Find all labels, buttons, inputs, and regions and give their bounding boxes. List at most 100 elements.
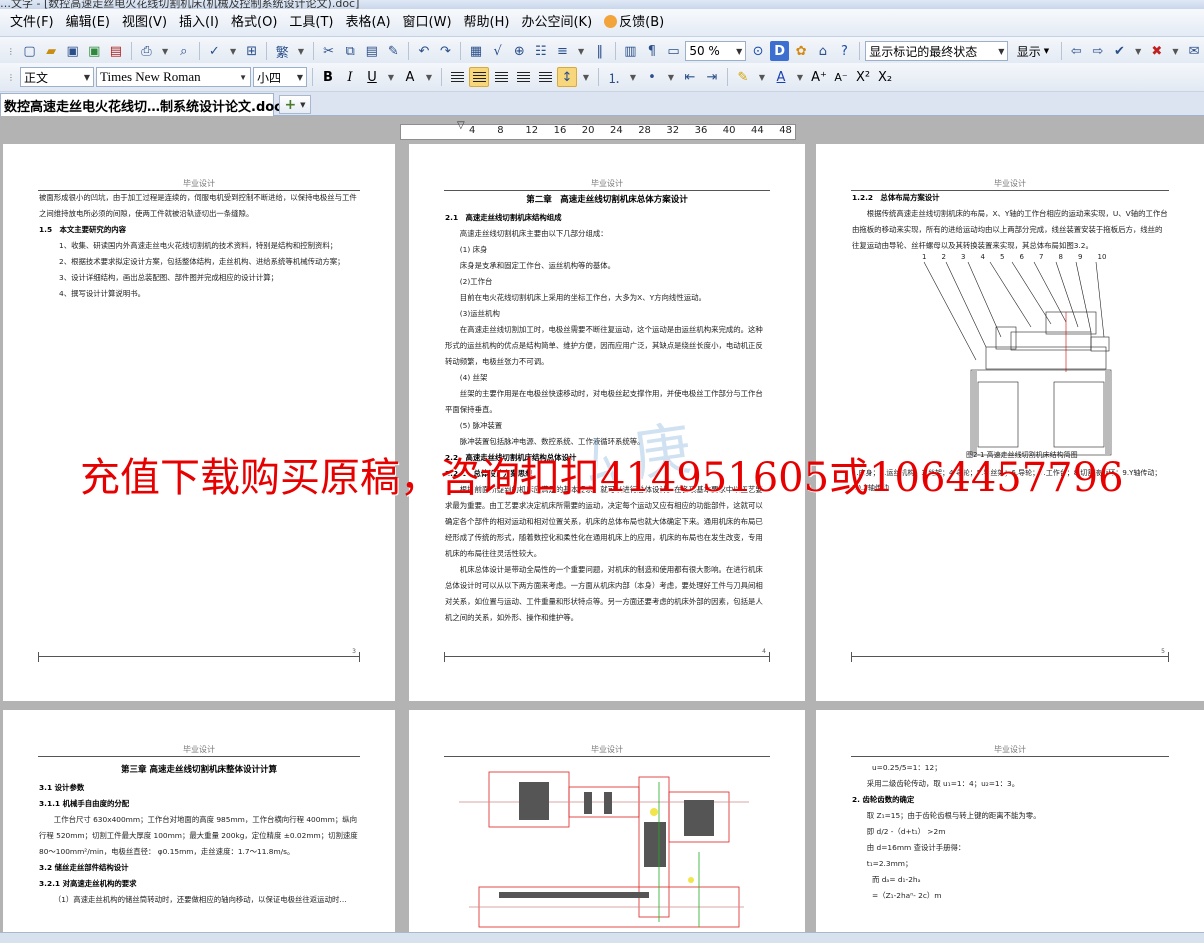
paste-icon[interactable]: ▤ [362, 41, 382, 61]
open-folder-icon[interactable]: ▰ [41, 41, 61, 61]
menu-edit[interactable]: 编辑(E) [60, 12, 116, 34]
chevron-down-icon: ▼ [300, 100, 306, 109]
reject-change-icon[interactable]: ✖ [1147, 41, 1167, 61]
ruler-tick-label: 48 [779, 125, 792, 136]
line-spacing-icon[interactable]: ↕ [557, 67, 577, 87]
ruler-tick-label: 40 [722, 125, 736, 136]
menu-insert[interactable]: 插入(I) [173, 12, 225, 34]
justify-icon[interactable] [513, 67, 533, 87]
new-document-icon[interactable]: ▢ [20, 41, 40, 61]
highlight-icon[interactable]: ✎ [733, 67, 753, 87]
dropdown-arrow-icon[interactable]: ▼ [1169, 41, 1183, 61]
toolbar-grip-icon[interactable]: ⋮ [4, 41, 18, 61]
word-count-icon[interactable]: ⊞ [242, 41, 262, 61]
print-preview-icon[interactable]: ⌕ [174, 41, 194, 61]
dropdown-arrow-icon[interactable]: ▼ [626, 67, 640, 87]
menu-table[interactable]: 表格(A) [340, 12, 397, 34]
save-as-icon[interactable]: ▣ [85, 41, 105, 61]
menu-format[interactable]: 格式(O) [225, 12, 283, 34]
new-tab-button[interactable]: + ▼ [279, 95, 311, 114]
draw-table-icon[interactable]: ☷ [531, 41, 551, 61]
underline-icon[interactable]: U [362, 67, 382, 87]
align-center-icon[interactable] [469, 67, 489, 87]
copy-icon[interactable]: ⧉ [340, 41, 360, 61]
distributed-align-icon[interactable] [535, 67, 555, 87]
docer-icon[interactable]: D [769, 41, 790, 61]
columns-icon[interactable]: ‖ [590, 41, 610, 61]
menu-feedback[interactable]: 反馈(B) [598, 12, 670, 34]
help-icon[interactable]: ⊙ [748, 41, 768, 61]
menu-file[interactable]: 文件(F) [4, 12, 60, 34]
decrease-indent-icon[interactable]: ⇤ [680, 67, 700, 87]
align-right-icon[interactable] [491, 67, 511, 87]
superscript-icon[interactable]: X² [853, 67, 873, 87]
dropdown-arrow-icon[interactable]: ▼ [294, 41, 308, 61]
horizontal-ruler[interactable]: 4 8 12 16 20 24 28 32 36 40 44 48 ▽ [0, 120, 1204, 142]
dropdown-arrow-icon[interactable]: ▼ [755, 67, 769, 87]
document-page[interactable]: 毕业设计 u=0.25/5=1：12； 采用二级齿轮传动，取 u₁=1：4；u₂=… [816, 710, 1204, 932]
dropdown-arrow-icon[interactable]: ▼ [422, 67, 436, 87]
dropdown-arrow-icon[interactable]: ▼ [226, 41, 240, 61]
cut-icon[interactable]: ✂ [319, 41, 339, 61]
new-comment-icon[interactable]: ✉ [1184, 41, 1204, 61]
dropdown-arrow-icon[interactable]: ▼ [158, 41, 172, 61]
format-painter-icon[interactable]: ✎ [384, 41, 404, 61]
show-markup-button[interactable]: 显示 ▼ [1010, 41, 1055, 61]
document-page[interactable]: 毕业设计 被面形成很小的凹坑，由于加工过程是连续的，伺服电机受到控制不断进给，以… [3, 144, 395, 701]
insert-table-icon[interactable]: ▦ [466, 41, 486, 61]
next-change-icon[interactable]: ⇨ [1088, 41, 1108, 61]
menu-window[interactable]: 窗口(W) [397, 12, 458, 34]
dropdown-arrow-icon[interactable]: ▼ [579, 67, 593, 87]
section-heading: 1.5 本文主要研究的内容 [39, 225, 126, 234]
save-icon[interactable]: ▣ [63, 41, 83, 61]
dropdown-arrow-icon[interactable]: ▼ [1131, 41, 1145, 61]
shirt-icon[interactable]: ⌂ [813, 41, 833, 61]
question-icon[interactable]: ? [835, 41, 855, 61]
menu-view[interactable]: 视图(V) [116, 12, 173, 34]
insert-rows-icon[interactable]: ≡ [553, 41, 573, 61]
dropdown-arrow-icon[interactable]: ▼ [384, 67, 398, 87]
indent-marker-icon[interactable]: ▽ [457, 120, 465, 131]
document-page[interactable]: 毕业设计 [409, 710, 805, 932]
print-icon[interactable]: ⎙ [137, 41, 157, 61]
previous-change-icon[interactable]: ⇦ [1067, 41, 1087, 61]
toolbar-grip-icon[interactable]: ⋮ [4, 67, 18, 87]
dropdown-arrow-icon[interactable]: ▼ [574, 41, 588, 61]
document-tab[interactable]: 数控高速走丝电火花线切…制系统设计论文.doc × [0, 93, 299, 116]
menu-help[interactable]: 帮助(H) [458, 12, 516, 34]
track-changes-mode-select[interactable]: 显示标记的最终状态 ▼ [865, 41, 1009, 61]
resource-icon[interactable]: ✿ [791, 41, 811, 61]
font-color-icon[interactable]: A [771, 67, 791, 87]
zoom-select[interactable]: 50 % ▼ [685, 41, 747, 61]
document-map-icon[interactable]: ▥ [621, 41, 641, 61]
italic-icon[interactable]: I [340, 67, 360, 87]
insert-formula-icon[interactable]: √ [488, 41, 508, 61]
menu-tools[interactable]: 工具(T) [283, 12, 339, 34]
grow-font-icon[interactable]: A⁺ [809, 67, 829, 87]
subscript-icon[interactable]: X₂ [875, 67, 895, 87]
font-select[interactable]: Times New Roman ▼ [96, 67, 251, 87]
document-page[interactable]: 毕业设计 第三章 高速走丝线切割机床整体设计计算 3.1 设计参数 3.1.1 机械… [3, 710, 395, 932]
undo-icon[interactable]: ↶ [414, 41, 434, 61]
increase-indent-icon[interactable]: ⇥ [702, 67, 722, 87]
accept-change-icon[interactable]: ✔ [1110, 41, 1130, 61]
spelling-check-icon[interactable]: ✓ [205, 41, 225, 61]
dropdown-arrow-icon[interactable]: ▼ [664, 67, 678, 87]
shrink-font-icon[interactable]: A⁻ [831, 67, 851, 87]
dropdown-arrow-icon[interactable]: ▼ [793, 67, 807, 87]
export-pdf-icon[interactable]: ▤ [106, 41, 126, 61]
font-size-select[interactable]: 小四 ▼ [253, 67, 307, 87]
redo-icon[interactable]: ↷ [436, 41, 456, 61]
style-select[interactable]: 正文 ▼ [20, 67, 94, 87]
show-hide-marks-icon[interactable]: ¶ [642, 41, 662, 61]
align-left-icon[interactable] [447, 67, 467, 87]
bold-icon[interactable]: B [318, 67, 338, 87]
menu-office-space[interactable]: 办公空间(K) [515, 12, 598, 34]
font-effects-icon[interactable]: A [400, 67, 420, 87]
reading-layout-icon[interactable]: ▭ [664, 41, 684, 61]
numbered-list-icon[interactable]: ⒈ [604, 67, 624, 87]
hyperlink-icon[interactable]: ⊕ [509, 41, 529, 61]
bullet-list-icon[interactable]: • [642, 67, 662, 87]
document-page[interactable]: 毕业设计 1.2.2 总体布局方案设计 根据传统高速走丝线切割机床的布局，X、Y轴… [816, 144, 1204, 701]
traditional-chinese-icon[interactable]: 繁 [272, 41, 292, 61]
